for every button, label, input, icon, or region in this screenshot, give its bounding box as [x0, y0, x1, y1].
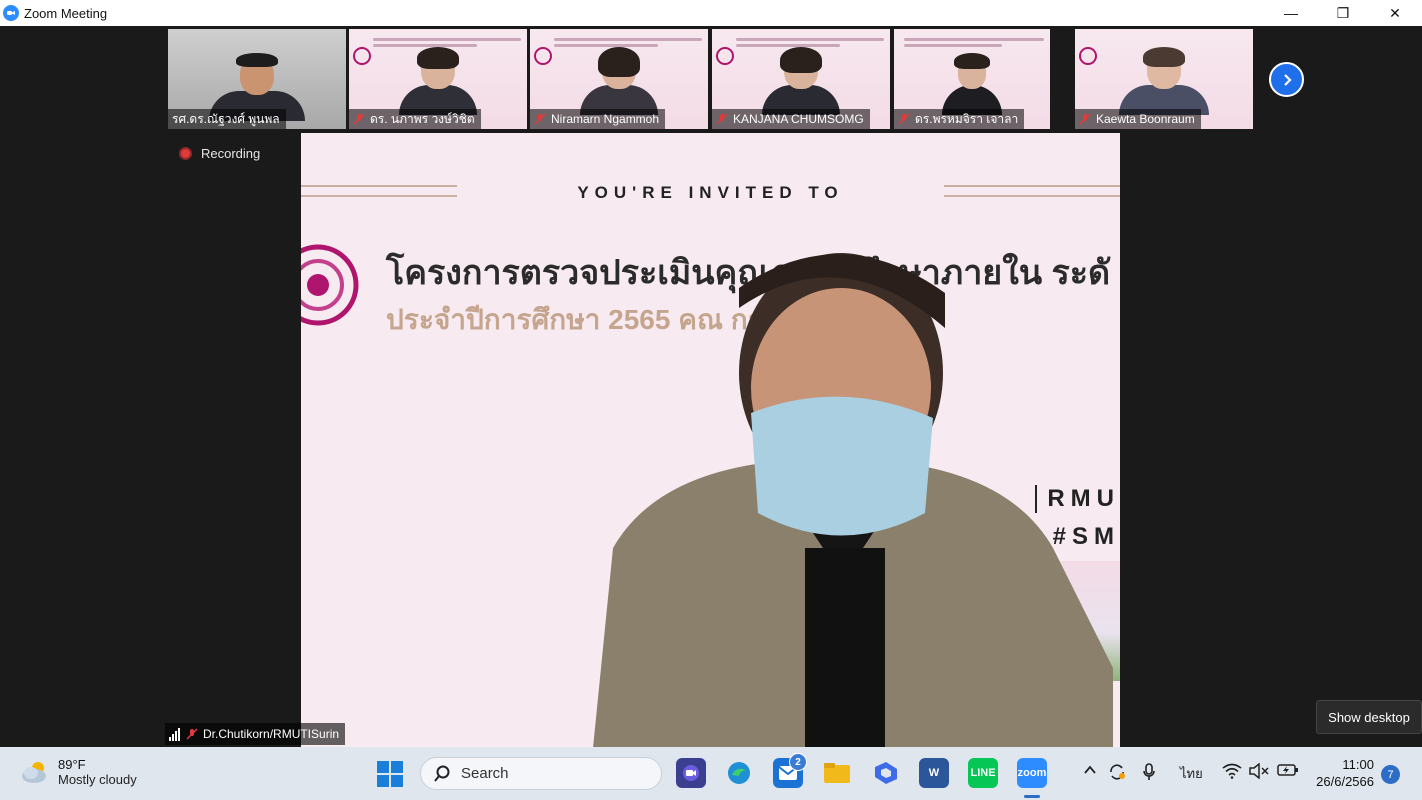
notification-count-badge[interactable]: 7	[1381, 765, 1400, 784]
active-speaker-video: YOU'RE INVITED TO โครงการตรวจประเมินคุณภ…	[301, 133, 1120, 747]
language-indicator[interactable]: ไทย	[1180, 763, 1203, 784]
taskbar-search[interactable]: Search	[420, 757, 662, 790]
participant-name-bar: รศ.ดร.ณัฐวงศ์ พูนพล	[168, 109, 286, 129]
zoom-taskbar-icon[interactable]: zoom	[1017, 758, 1047, 788]
participant-video	[1119, 47, 1209, 115]
title-bar: Zoom Meeting — ❐ ✕	[0, 0, 1422, 26]
weather-temp: 89°F	[58, 757, 86, 772]
word-icon[interactable]: W	[919, 758, 949, 788]
recording-label: Recording	[201, 146, 261, 161]
participant-tile[interactable]: Niramarn Ngammoh	[530, 29, 708, 129]
recording-indicator[interactable]: Recording	[179, 146, 260, 161]
clock-date: 26/6/2566	[1316, 774, 1374, 789]
chevron-right-icon	[1283, 73, 1292, 86]
participant-name-bar: Kaewta Boonraum	[1075, 109, 1201, 129]
gallery-next-button[interactable]	[1269, 62, 1304, 97]
participant-video	[762, 47, 840, 115]
invited-heading: YOU'RE INVITED TO	[577, 183, 844, 202]
participant-name: ดร.พรหมจิรา เจาลา	[915, 111, 1019, 126]
weather-widget[interactable]: 89°F Mostly cloudy	[20, 757, 137, 787]
participant-tile[interactable]: ดร.พรหมจิรา เจาลา	[894, 29, 1050, 129]
sync-icon[interactable]	[1108, 763, 1126, 784]
record-icon	[179, 147, 192, 160]
clock-time: 11:00	[1342, 757, 1374, 772]
participant-name: ดร. นภาพร วงษ์วิชิต	[370, 111, 475, 126]
participant-name-bar: ดร.พรหมจิรา เจาลา	[894, 109, 1025, 129]
window-title: Zoom Meeting	[24, 5, 108, 21]
participant-video	[942, 53, 1002, 115]
slide-thumbnail	[904, 35, 1044, 55]
meeting-area: รศ.ดร.ณัฐวงศ์ พูนพล ดร. นภาพร วงษ์วิชิต …	[0, 26, 1422, 747]
battery-charging-icon[interactable]	[1277, 763, 1299, 780]
taskbar: 89°F Mostly cloudy Search 2 W LINE zoom …	[0, 747, 1422, 800]
participant-tile[interactable]: KANJANA CHUMSOMG	[712, 29, 890, 129]
zoom-app-icon	[3, 5, 19, 21]
connection-signal-icon	[169, 727, 180, 741]
edge-icon[interactable]	[724, 758, 754, 788]
logo-icon	[1079, 47, 1097, 65]
university-logo-icon	[301, 244, 359, 326]
mail-badge: 2	[789, 753, 807, 771]
search-placeholder: Search	[461, 765, 509, 782]
participant-video	[580, 47, 658, 115]
active-app-indicator	[1024, 795, 1040, 798]
mic-muted-icon	[353, 113, 365, 125]
participant-name: Kaewta Boonraum	[1096, 112, 1195, 126]
participant-tile[interactable]: ดร. นภาพร วงษ์วิชิต	[349, 29, 527, 129]
participant-name: Niramarn Ngammoh	[551, 112, 660, 126]
mic-muted-icon	[534, 113, 546, 125]
line-app-icon[interactable]: LINE	[968, 758, 998, 788]
minimize-button[interactable]: —	[1268, 0, 1314, 26]
search-icon	[434, 765, 450, 782]
logo-icon	[353, 47, 371, 65]
mic-muted-icon	[898, 113, 910, 125]
close-button[interactable]: ✕	[1372, 0, 1418, 26]
mic-muted-icon	[1079, 113, 1091, 125]
cloudy-weather-icon	[22, 762, 46, 783]
volume-muted-icon[interactable]	[1249, 762, 1269, 782]
meet-app-icon[interactable]	[676, 758, 706, 788]
mail-icon[interactable]: 2	[773, 753, 807, 788]
show-desktop-tooltip: Show desktop	[1316, 700, 1422, 734]
active-speaker-name-bar: Dr.Chutikorn/RMUTISurin	[165, 723, 346, 745]
participant-name: KANJANA CHUMSOMG	[733, 112, 864, 126]
copilot-icon[interactable]	[871, 758, 901, 788]
participant-gallery: รศ.ดร.ณัฐวงศ์ พูนพล ดร. นภาพร วงษ์วิชิต …	[0, 29, 1422, 129]
participant-video	[399, 47, 477, 115]
participant-name: รศ.ดร.ณัฐวงศ์ พูนพล	[172, 111, 280, 126]
mic-muted-icon	[186, 728, 198, 740]
participant-name-bar: ดร. นภาพร วงษ์วิชิต	[349, 109, 481, 129]
wifi-icon[interactable]	[1222, 763, 1242, 782]
participant-name-bar: Niramarn Ngammoh	[530, 109, 666, 129]
logo-icon	[534, 47, 552, 65]
participant-tile[interactable]: รศ.ดร.ณัฐวงศ์ พูนพล	[168, 29, 346, 129]
participant-name-bar: KANJANA CHUMSOMG	[712, 109, 870, 129]
windows-start-button[interactable]	[376, 760, 404, 788]
restore-button[interactable]: ❐	[1320, 0, 1366, 26]
logo-icon	[716, 47, 734, 65]
system-clock[interactable]: 11:00 26/6/2566	[1308, 756, 1374, 790]
weather-desc: Mostly cloudy	[58, 772, 137, 787]
speaker-name: Dr.Chutikorn/RMUTISurin	[203, 727, 340, 741]
chevron-up-icon[interactable]	[1083, 763, 1097, 780]
participant-tile[interactable]: Kaewta Boonraum	[1075, 29, 1253, 129]
microphone-icon[interactable]	[1142, 763, 1156, 784]
file-explorer-icon[interactable]	[822, 758, 852, 788]
mic-muted-icon	[716, 113, 728, 125]
speaker-person	[593, 253, 1113, 747]
